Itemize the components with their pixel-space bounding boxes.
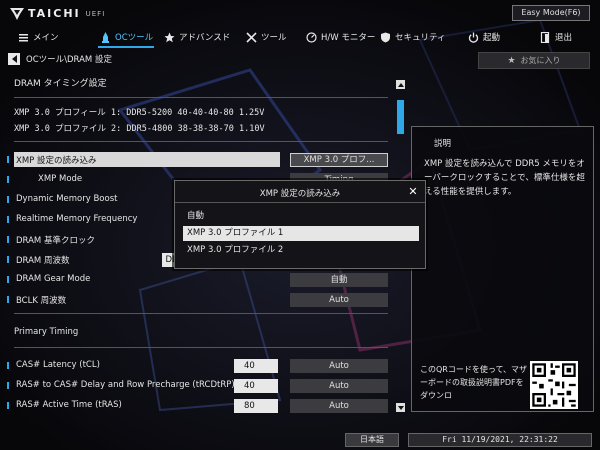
- row-bullet: [7, 216, 9, 223]
- divider: [14, 141, 388, 142]
- row-label: DRAM 基準クロック: [16, 236, 95, 246]
- divider: [14, 97, 388, 98]
- help-description: XMP 設定を読み込んで DDR5 メモリをオーバークロックすることで、標準仕様…: [424, 159, 585, 197]
- arrow-up-icon: [397, 82, 404, 87]
- row-bullet: [7, 176, 9, 183]
- qr-description: このQRコードを使って、マザーボードの取扱説明書PDFをダウンロ: [420, 365, 528, 400]
- primary-timing-title: Primary Timing: [14, 327, 79, 337]
- row-bullet: [7, 236, 9, 243]
- tras-input[interactable]: 80: [234, 399, 278, 413]
- row-bclk-frequency[interactable]: BCLK 周波数 Auto: [0, 292, 400, 307]
- row-bullet: [7, 276, 9, 283]
- row-bullet: [7, 156, 9, 163]
- tras-select[interactable]: Auto: [290, 399, 388, 413]
- row-bullet: [7, 196, 9, 203]
- scroll-up-button[interactable]: [396, 80, 405, 89]
- row-label: Realtime Memory Frequency: [16, 214, 138, 224]
- datetime-display: Fri 11/19/2021, 22:31:22: [408, 433, 592, 447]
- row-bullet: [7, 296, 9, 303]
- xmp-profile-2-info: XMP 3.0 プロファイル 2: DDR5-4800 38-38-38-70 …: [14, 124, 265, 134]
- row-label: BCLK 周波数: [16, 296, 67, 306]
- close-icon[interactable]: ✕: [407, 186, 419, 198]
- status-bar: 日本語 Fri 11/19/2021, 22:31:22: [0, 430, 600, 450]
- popup-header: XMP 設定の読み込み ✕: [175, 181, 425, 203]
- bclk-select[interactable]: Auto: [290, 293, 388, 307]
- popup-option-auto[interactable]: 自動: [183, 209, 419, 224]
- xmp-profile-1-info: XMP 3.0 プロフィール 1: DDR5-5200 40-40-40-80 …: [14, 108, 265, 118]
- row-label: CAS# Latency (tCL): [16, 360, 100, 370]
- arrow-down-icon: [397, 405, 404, 410]
- help-panel: 説明 XMP 設定を読み込んで DDR5 メモリをオーバークロックすることで、標…: [411, 126, 594, 412]
- trcd-trp-input[interactable]: 40: [234, 379, 278, 393]
- trcd-trp-select[interactable]: Auto: [290, 379, 388, 393]
- row-cas-latency[interactable]: CAS# Latency (tCL) 40 Auto: [0, 358, 400, 373]
- popup-option-xmp2[interactable]: XMP 3.0 プロファイル 2: [183, 243, 419, 258]
- row-label: RAS# Active Time (tRAS): [16, 400, 122, 410]
- language-button[interactable]: 日本語: [345, 433, 399, 447]
- section-title: DRAM タイミング設定: [14, 79, 107, 89]
- xmp-load-select[interactable]: XMP 3.0 プロフ...: [290, 153, 388, 167]
- popup-title: XMP 設定の読み込み: [259, 189, 341, 199]
- row-label: Dynamic Memory Boost: [16, 194, 118, 204]
- row-trcd-trp[interactable]: RAS# to CAS# Delay and Row Precharge (tR…: [0, 378, 400, 393]
- row-tras[interactable]: RAS# Active Time (tRAS) 80 Auto: [0, 398, 400, 413]
- row-bullet: [7, 402, 9, 409]
- popup-option-xmp1[interactable]: XMP 3.0 プロファイル 1: [183, 226, 419, 241]
- scroll-thumb[interactable]: [397, 100, 404, 134]
- xmp-load-popup: XMP 設定の読み込み ✕ 自動 XMP 3.0 プロファイル 1 XMP 3.…: [174, 180, 426, 269]
- row-dram-gear-mode[interactable]: DRAM Gear Mode 自動: [0, 272, 400, 287]
- gear-mode-select[interactable]: 自動: [290, 273, 388, 287]
- scroll-down-button[interactable]: [396, 403, 405, 412]
- row-bullet: [7, 362, 9, 369]
- row-bullet: [7, 256, 9, 263]
- cas-latency-input[interactable]: 40: [234, 359, 278, 373]
- cas-latency-select[interactable]: Auto: [290, 359, 388, 373]
- row-xmp-load[interactable]: XMP 設定の読み込み XMP 3.0 プロフ...: [0, 152, 400, 167]
- row-label: XMP 設定の読み込み: [16, 156, 97, 166]
- row-label: XMP Mode: [38, 174, 83, 184]
- qr-code-icon: [530, 361, 578, 409]
- row-label: RAS# to CAS# Delay and Row Precharge (tR…: [16, 380, 235, 390]
- divider: [14, 313, 388, 314]
- help-title: 説明: [434, 139, 452, 149]
- row-label: DRAM 周波数: [16, 256, 70, 266]
- row-label: DRAM Gear Mode: [16, 274, 91, 284]
- row-bullet: [7, 382, 9, 389]
- divider: [14, 347, 388, 348]
